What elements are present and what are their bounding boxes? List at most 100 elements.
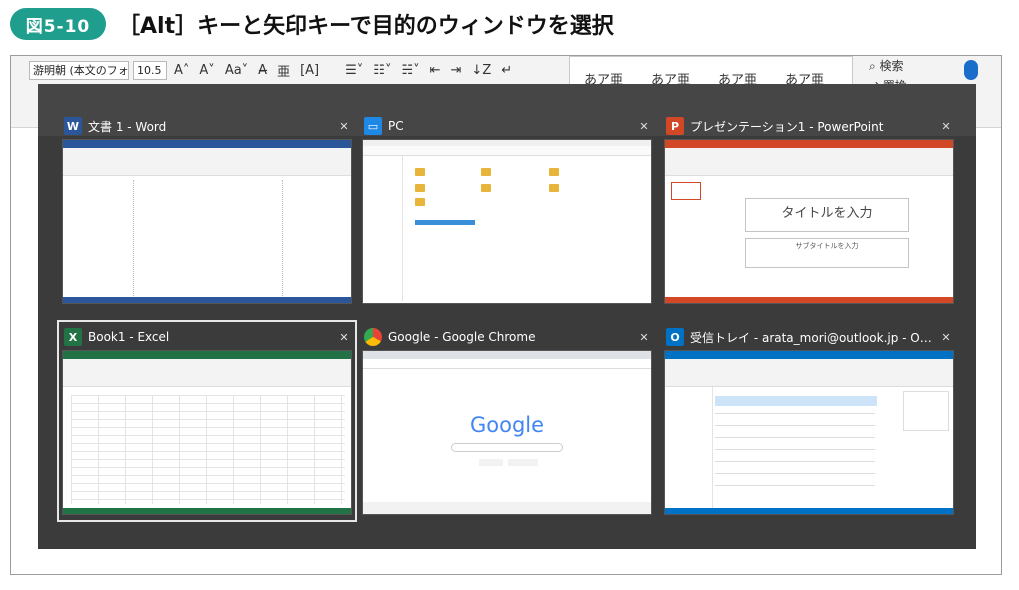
decrease-indent-icon[interactable]: ⇤ bbox=[427, 63, 444, 78]
close-icon[interactable]: ✕ bbox=[336, 331, 352, 344]
chrome-thumbnail: Google bbox=[362, 350, 652, 515]
word-icon: W bbox=[64, 117, 82, 135]
sort-icon[interactable]: ↓Z bbox=[468, 63, 494, 78]
mail-row bbox=[715, 449, 875, 450]
mail-row bbox=[715, 461, 875, 462]
computer-icon: ▭ bbox=[364, 117, 382, 135]
excel-icon: X bbox=[64, 328, 82, 346]
tile-title: Google - Google Chrome bbox=[388, 330, 536, 344]
window-tile-chrome[interactable]: Google - Google Chrome ✕ Google bbox=[362, 325, 652, 515]
footer-bar bbox=[363, 502, 651, 514]
increase-indent-icon[interactable]: ⇥ bbox=[448, 63, 465, 78]
status-bar bbox=[63, 297, 351, 303]
tile-header: W 文書 1 - Word ✕ bbox=[62, 114, 352, 138]
close-icon[interactable]: ✕ bbox=[336, 120, 352, 133]
page-area bbox=[133, 180, 283, 298]
folder-icon bbox=[549, 184, 559, 192]
omnibox-bar bbox=[363, 359, 651, 369]
window-tile-word[interactable]: W 文書 1 - Word ✕ bbox=[62, 114, 352, 304]
mail-row bbox=[715, 437, 875, 438]
shrink-font-icon[interactable]: A˅ bbox=[196, 63, 217, 78]
mini-ribbon bbox=[63, 359, 351, 387]
phonetic-guide-icon[interactable]: 亜 bbox=[274, 61, 293, 80]
mail-row bbox=[715, 413, 875, 414]
folder-icon bbox=[481, 168, 491, 176]
powerpoint-thumbnail: タイトルを入力 サブタイトルを入力 bbox=[664, 139, 954, 304]
font-size-select[interactable]: 10.5 bbox=[133, 60, 167, 80]
mini-ribbon bbox=[665, 148, 953, 176]
search-button bbox=[479, 459, 503, 466]
cell-grid bbox=[71, 395, 345, 504]
address-bar bbox=[363, 146, 651, 156]
tile-title: 受信トレイ - arata_mori@outlook.jp - Outlook bbox=[690, 330, 938, 345]
status-bar bbox=[63, 508, 351, 514]
font-name-select[interactable]: 游明朝 (本文のフォ bbox=[29, 60, 129, 80]
title-bar bbox=[665, 140, 953, 148]
window-tile-powerpoint[interactable]: P プレゼンテーション1 - PowerPoint ✕ タイトルを入力 サブタイ… bbox=[664, 114, 954, 304]
tile-title: Book1 - Excel bbox=[88, 330, 170, 344]
folder-icon bbox=[549, 168, 559, 176]
slide-thumbnail bbox=[671, 182, 701, 200]
figure-title: ［Alt］キーと矢印キーで目的のウィンドウを選択 bbox=[118, 14, 614, 39]
mail-row bbox=[715, 473, 875, 474]
change-case-icon[interactable]: Aa˅ bbox=[222, 63, 251, 78]
window-tile-explorer[interactable]: ▭ PC ✕ bbox=[362, 114, 652, 304]
title-bar bbox=[665, 351, 953, 359]
google-logo: Google bbox=[469, 413, 545, 437]
tile-header: ▭ PC ✕ bbox=[362, 114, 652, 138]
font-controls: 游明朝 (本文のフォ 10.5 A˄ A˅ Aa˅ A̶ 亜 [A] ☰˅ ☷˅… bbox=[29, 59, 515, 81]
mini-ribbon bbox=[665, 359, 953, 387]
outlook-icon: O bbox=[666, 328, 684, 346]
tile-header: Google - Google Chrome ✕ bbox=[362, 325, 652, 349]
folder-icon bbox=[415, 198, 425, 206]
bullets-icon[interactable]: ☰˅ bbox=[342, 63, 366, 78]
grow-font-icon[interactable]: A˄ bbox=[171, 63, 192, 78]
chrome-icon bbox=[364, 328, 382, 346]
tile-title: PC bbox=[388, 119, 404, 133]
calendar-pane bbox=[903, 391, 949, 431]
word-thumbnail bbox=[62, 139, 352, 304]
drive-bar bbox=[415, 220, 475, 225]
task-switcher-overlay: W 文書 1 - Word ✕ ▭ PC ✕ P プレゼンテーション1 - Po… bbox=[38, 84, 976, 549]
outlook-thumbnail bbox=[664, 350, 954, 515]
tile-header: O 受信トレイ - arata_mori@outlook.jp - Outloo… bbox=[664, 325, 954, 349]
numbering-icon[interactable]: ☷˅ bbox=[370, 63, 394, 78]
close-icon[interactable]: ✕ bbox=[636, 120, 652, 133]
search-button[interactable]: ⌕ 検索 bbox=[869, 56, 907, 76]
tile-header: X Book1 - Excel ✕ bbox=[62, 325, 352, 349]
title-placeholder: タイトルを入力 bbox=[781, 206, 873, 221]
char-border-icon[interactable]: [A] bbox=[297, 63, 322, 78]
subtitle-placeholder: サブタイトルを入力 bbox=[795, 242, 859, 250]
nav-pane bbox=[363, 156, 403, 301]
mail-row bbox=[715, 485, 875, 486]
close-icon[interactable]: ✕ bbox=[636, 331, 652, 344]
mail-row bbox=[715, 425, 875, 426]
tab-strip bbox=[363, 351, 651, 359]
powerpoint-icon: P bbox=[666, 117, 684, 135]
google-search-box bbox=[451, 443, 563, 452]
folder-icon bbox=[415, 184, 425, 192]
excel-thumbnail bbox=[62, 350, 352, 515]
clear-format-icon[interactable]: A̶ bbox=[255, 63, 270, 78]
window-tile-outlook[interactable]: O 受信トレイ - arata_mori@outlook.jp - Outloo… bbox=[664, 325, 954, 515]
screenshot-frame: 游明朝 (本文のフォ 10.5 A˄ A˅ Aa˅ A̶ 亜 [A] ☰˅ ☷˅… bbox=[10, 55, 1002, 575]
show-marks-icon[interactable]: ↵ bbox=[498, 63, 515, 78]
multilevel-list-icon[interactable]: ☵˅ bbox=[398, 63, 422, 78]
close-icon[interactable]: ✕ bbox=[938, 331, 954, 344]
lucky-button bbox=[508, 459, 538, 466]
figure-root: 図5-10 ［Alt］キーと矢印キーで目的のウィンドウを選択 游明朝 (本文のフ… bbox=[0, 0, 1019, 590]
tile-header: P プレゼンテーション1 - PowerPoint ✕ bbox=[664, 114, 954, 138]
folder-icon bbox=[481, 184, 491, 192]
tile-title: 文書 1 - Word bbox=[88, 119, 167, 134]
status-bar bbox=[665, 508, 953, 514]
explorer-thumbnail bbox=[362, 139, 652, 304]
figure-number-badge: 図5-10 bbox=[10, 8, 106, 40]
title-bar bbox=[63, 351, 351, 359]
close-icon[interactable]: ✕ bbox=[938, 120, 954, 133]
microphone-icon bbox=[964, 60, 978, 80]
selected-mail bbox=[715, 396, 877, 406]
folder-pane bbox=[665, 387, 713, 512]
mini-ribbon bbox=[63, 148, 351, 176]
window-tile-excel[interactable]: X Book1 - Excel ✕ bbox=[57, 320, 357, 522]
tile-title: プレゼンテーション1 - PowerPoint bbox=[690, 119, 884, 134]
